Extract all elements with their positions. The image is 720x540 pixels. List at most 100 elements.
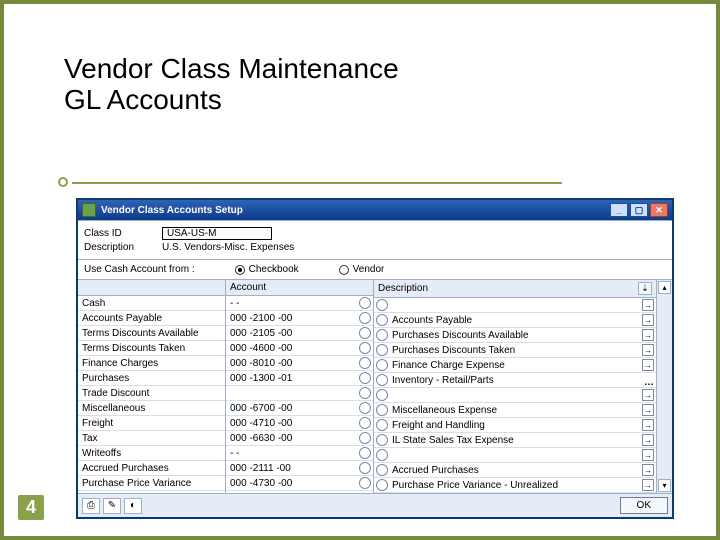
type-cell: Accounts Payable (78, 311, 225, 326)
lookup-icon[interactable] (359, 432, 371, 444)
account-cell[interactable]: 000 -2100 -00 (226, 311, 373, 326)
header-panel: Class ID USA-US-M Description U.S. Vendo… (78, 220, 672, 260)
magnify-icon[interactable] (376, 434, 388, 446)
description-label: Description (84, 242, 162, 253)
description-value: U.S. Vendors-Misc. Expenses (162, 242, 294, 253)
slide-title: Vendor Class Maintenance GL Accounts (64, 54, 399, 116)
lookup-icon[interactable] (359, 357, 371, 369)
radio-checkbook[interactable]: Checkbook (235, 264, 299, 275)
cash-from-label: Use Cash Account from : (84, 264, 195, 275)
ellipsis-icon[interactable]: … (644, 375, 654, 388)
note-icon[interactable]: ✎ (103, 498, 121, 514)
magnify-icon[interactable] (376, 329, 388, 341)
type-cell: Terms Discounts Taken (78, 341, 225, 356)
magnify-icon[interactable] (376, 299, 388, 311)
slide-number: 4 (18, 495, 44, 520)
type-cell: Freight (78, 416, 225, 431)
goto-icon[interactable]: → (642, 419, 654, 431)
lookup-icon[interactable] (359, 477, 371, 489)
magnify-icon[interactable] (376, 389, 388, 401)
account-cell[interactable]: 000 -6700 -00 (226, 401, 373, 416)
goto-icon[interactable]: → (642, 359, 654, 371)
lookup-icon[interactable] (359, 417, 371, 429)
goto-icon[interactable]: → (642, 344, 654, 356)
type-cell: Terms Discounts Available (78, 326, 225, 341)
magnify-icon[interactable] (376, 464, 388, 476)
close-button[interactable]: ✕ (650, 203, 668, 217)
class-id-field[interactable]: USA-US-M (162, 227, 272, 240)
magnify-icon[interactable] (376, 344, 388, 356)
goto-icon[interactable]: → (642, 404, 654, 416)
account-cell[interactable]: 000 -4600 -00 (226, 341, 373, 356)
goto-icon[interactable]: → (642, 389, 654, 401)
description-cell: Accounts Payable→ (374, 313, 656, 328)
goto-icon[interactable]: → (642, 449, 654, 461)
minimize-button[interactable]: _ (610, 203, 628, 217)
print-icon[interactable]: ⎙ (82, 498, 100, 514)
accent-line (72, 182, 562, 184)
radio-vendor-icon (339, 265, 349, 275)
goto-icon[interactable]: → (642, 479, 654, 491)
magnify-icon[interactable] (376, 479, 388, 491)
account-cell[interactable]: 000 -1300 -01 (226, 371, 373, 386)
magnify-icon[interactable] (376, 314, 388, 326)
window-footer: ⎙ ✎ ◐ OK (78, 493, 672, 517)
grid-description-header: Description ⇣ (374, 280, 656, 298)
grid-description-column: Description ⇣ → Accounts Payable→ Purcha… (374, 280, 656, 493)
grid-type-column: Cash Accounts Payable Terms Discounts Av… (78, 280, 226, 493)
description-cell: Accrued Purchases→ (374, 463, 656, 478)
account-cell[interactable] (226, 386, 373, 401)
account-cell[interactable]: - - (226, 446, 373, 461)
account-cell[interactable]: 000 -2111 -00 (226, 461, 373, 476)
account-cell[interactable]: 000 -6630 -00 (226, 431, 373, 446)
lookup-icon[interactable] (359, 342, 371, 354)
type-cell: Purchase Price Variance (78, 476, 225, 491)
expand-row-button[interactable]: ⇣ (638, 282, 652, 295)
magnify-icon[interactable] (376, 404, 388, 416)
account-cell[interactable]: 000 -8010 -00 (226, 356, 373, 371)
lookup-icon[interactable] (359, 297, 371, 309)
accounts-grid: Cash Accounts Payable Terms Discounts Av… (78, 280, 672, 493)
goto-icon[interactable]: → (642, 464, 654, 476)
goto-icon[interactable]: → (642, 314, 654, 326)
type-cell: Accrued Purchases (78, 461, 225, 476)
account-cell[interactable]: 000 -2105 -00 (226, 326, 373, 341)
grid-scrollbar[interactable]: ▴ ▾ (656, 280, 672, 493)
goto-icon[interactable]: → (642, 299, 654, 311)
description-cell: Purchases Discounts Available→ (374, 328, 656, 343)
type-cell: Trade Discount (78, 386, 225, 401)
goto-icon[interactable]: → (642, 434, 654, 446)
lookup-icon[interactable] (359, 372, 371, 384)
account-cell[interactable]: - - (226, 296, 373, 311)
app-icon (82, 203, 96, 217)
window-title: Vendor Class Accounts Setup (101, 205, 243, 216)
magnify-icon[interactable] (376, 374, 388, 386)
description-header-text: Description (378, 283, 428, 294)
type-cell: Writeoffs (78, 446, 225, 461)
account-cell[interactable]: 000 -4730 -00 (226, 476, 373, 491)
scroll-down-button[interactable]: ▾ (658, 479, 671, 492)
ok-button[interactable]: OK (620, 497, 668, 514)
type-cell: Tax (78, 431, 225, 446)
radio-vendor[interactable]: Vendor (339, 264, 385, 275)
magnify-icon[interactable] (376, 359, 388, 371)
lookup-icon[interactable] (359, 402, 371, 414)
type-cell: Cash (78, 296, 225, 311)
magnify-icon[interactable] (376, 419, 388, 431)
goto-icon[interactable]: → (642, 329, 654, 341)
window: Vendor Class Accounts Setup _ ▢ ✕ Class … (76, 198, 674, 519)
magnify-icon[interactable] (376, 449, 388, 461)
lookup-icon[interactable] (359, 327, 371, 339)
account-cell[interactable]: 000 -4710 -00 (226, 416, 373, 431)
maximize-button[interactable]: ▢ (630, 203, 648, 217)
scroll-up-button[interactable]: ▴ (658, 281, 671, 294)
accent-bullet-icon (58, 177, 68, 187)
lookup-icon[interactable] (359, 312, 371, 324)
cash-account-panel: Use Cash Account from : Checkbook Vendor (78, 260, 672, 280)
help-icon[interactable]: ◐ (124, 498, 142, 514)
window-titlebar: Vendor Class Accounts Setup _ ▢ ✕ (78, 200, 672, 220)
lookup-icon[interactable] (359, 447, 371, 459)
lookup-icon[interactable] (359, 462, 371, 474)
lookup-icon[interactable] (359, 387, 371, 399)
description-cell: IL State Sales Tax Expense→ (374, 433, 656, 448)
